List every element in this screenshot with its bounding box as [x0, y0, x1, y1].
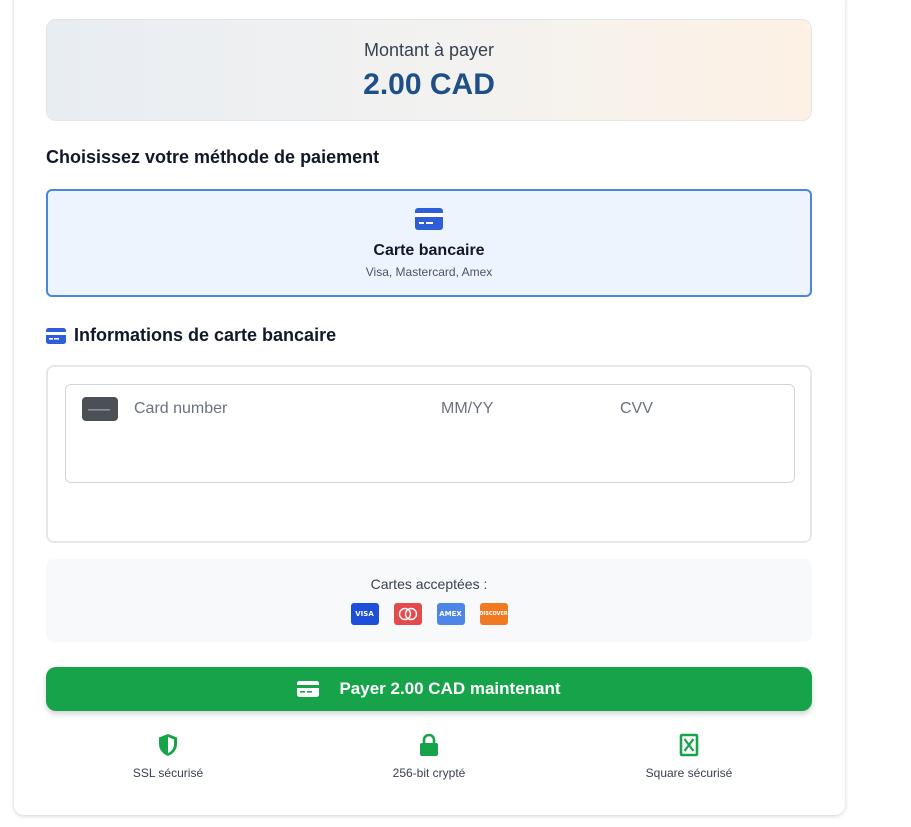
card-form: Card number MM/YY CVV [46, 365, 812, 543]
expiry-input[interactable]: MM/YY [441, 400, 493, 418]
amount-label: Montant à payer [363, 40, 495, 60]
card-info-title: Informations de carte bancaire [46, 325, 336, 346]
badge-encryption: 256-bit crypté [329, 733, 529, 780]
visa-logo-icon: VISA [350, 603, 379, 625]
card-logos: VISA AMEX DISCOVER [46, 603, 812, 625]
card-input-field[interactable]: Card number MM/YY CVV [65, 384, 795, 483]
lock-icon [420, 733, 438, 756]
card-brand-placeholder-icon [82, 397, 118, 421]
credit-card-icon [46, 327, 66, 344]
payment-method-card-option[interactable]: Carte bancaire Visa, Mastercard, Amex [46, 189, 812, 297]
amount-value: 2.00 CAD [363, 68, 495, 101]
payment-method-title: Choisissez votre méthode de paiement [46, 147, 380, 167]
accepted-cards-label: Cartes acceptées : [370, 576, 488, 592]
payment-card: Montant à payer 2.00 CAD Choisissez votr… [14, 0, 845, 815]
card-number-input[interactable]: Card number [134, 400, 227, 418]
badge-encryption-label: 256-bit crypté [392, 766, 466, 780]
cvv-input[interactable]: CVV [620, 400, 653, 418]
pay-button-label: Payer 2.00 CAD maintenant [339, 679, 561, 698]
payment-method-name: Carte bancaire [373, 242, 485, 259]
square-icon [679, 733, 699, 757]
credit-card-icon [297, 681, 320, 697]
payment-method-subtitle: Visa, Mastercard, Amex [365, 265, 493, 279]
badge-ssl-label: SSL sécurisé [132, 766, 204, 780]
card-info-title-text: Informations de carte bancaire [74, 325, 337, 345]
badge-square: Square sécurisé [589, 733, 789, 780]
credit-card-icon [415, 208, 443, 230]
pay-button[interactable]: Payer 2.00 CAD maintenant [46, 667, 812, 711]
amex-logo-icon: AMEX [436, 603, 465, 625]
amount-summary: Montant à payer 2.00 CAD [46, 19, 812, 121]
accepted-cards-panel: Cartes acceptées : VISA AMEX DISCOVER [46, 559, 812, 642]
badge-ssl: SSL sécurisé [68, 733, 268, 780]
shield-icon [159, 734, 177, 756]
mastercard-logo-icon [393, 603, 422, 625]
discover-logo-icon: DISCOVER [479, 603, 508, 625]
badge-square-label: Square sécurisé [645, 766, 733, 780]
